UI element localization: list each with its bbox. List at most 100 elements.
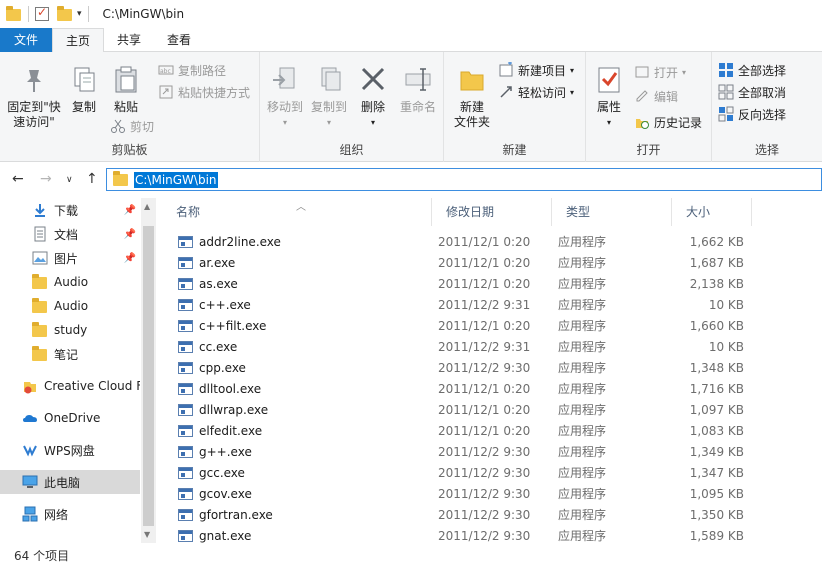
copy-button[interactable]: 复制: [66, 64, 102, 115]
nav-item-onedrive[interactable]: OneDrive: [0, 406, 140, 430]
properties-button[interactable]: 属性 ▾: [592, 64, 626, 130]
nav-item-pictures[interactable]: 图片 📌: [0, 246, 140, 270]
select-none-label: 全部取消: [738, 85, 787, 100]
nav-item-label: 网络: [44, 507, 69, 522]
tab-file[interactable]: 文件: [0, 28, 53, 52]
open-group-label: 打开: [636, 143, 661, 157]
history-button[interactable]: 历史记录: [634, 112, 702, 132]
file-row[interactable]: as.exe 2011/12/1 0:20 应用程序 2,138 KB: [162, 273, 822, 294]
file-row[interactable]: dllwrap.exe 2011/12/1 0:20 应用程序 1,097 KB: [162, 399, 822, 420]
file-name-cell: as.exe: [178, 277, 238, 291]
pin-icon[interactable]: 📌: [124, 253, 136, 264]
new-folder-quick-icon[interactable]: [57, 6, 73, 22]
tab-share[interactable]: 共享: [104, 28, 154, 52]
nav-item-downloads[interactable]: 下载 📌: [0, 198, 140, 222]
paste-button[interactable]: 粘贴: [108, 64, 144, 115]
file-size: 1,083 KB: [689, 423, 744, 438]
file-size: 1,662 KB: [689, 234, 744, 249]
recent-locations-chevron-icon[interactable]: ∨: [66, 175, 73, 185]
clipboard-group: 固定到"快 速访问" 复制 粘贴 abc 复制路径 粘贴快捷方式 剪切 剪贴板: [0, 52, 260, 162]
file-row[interactable]: ar.exe 2011/12/1 0:20 应用程序 1,687 KB: [162, 252, 822, 273]
nav-scrollbar[interactable]: ▲ ▼: [141, 198, 156, 543]
file-type: 应用程序: [558, 466, 607, 480]
nav-item-network[interactable]: 网络: [0, 502, 140, 526]
file-name-cell: c++.exe: [178, 298, 251, 312]
back-arrow-icon[interactable]: ←: [12, 171, 24, 187]
address-bar[interactable]: C:\MinGW\bin: [106, 168, 822, 191]
file-type: 应用程序: [558, 235, 607, 249]
up-arrow-icon[interactable]: ↑: [86, 171, 98, 187]
forward-arrow-icon[interactable]: →: [40, 171, 52, 187]
file-date: 2011/12/1 0:20: [438, 402, 531, 417]
folder-icon: [32, 322, 48, 338]
executable-icon: [178, 487, 193, 500]
file-name-cell: elfedit.exe: [178, 424, 262, 438]
invert-selection-button[interactable]: 反向选择: [718, 104, 786, 124]
easy-access-button[interactable]: 轻松访问 ▾: [498, 82, 574, 102]
executable-icon: [178, 256, 193, 269]
file-date: 2011/12/2 9:31: [438, 339, 531, 354]
file-type: 应用程序: [558, 403, 607, 417]
file-row[interactable]: addr2line.exe 2011/12/1 0:20 应用程序 1,662 KB: [162, 231, 822, 252]
address-path[interactable]: C:\MinGW\bin: [134, 171, 218, 188]
file-row[interactable]: dlltool.exe 2011/12/1 0:20 应用程序 1,716 KB: [162, 378, 822, 399]
nav-item-this-pc[interactable]: 此电脑: [0, 470, 140, 494]
nav-item-creative-cloud[interactable]: Creative Cloud F: [0, 374, 140, 398]
file-row[interactable]: gfortran.exe 2011/12/2 9:30 应用程序 1,350 KB: [162, 504, 822, 525]
column-header-name[interactable]: ︿ 名称: [162, 198, 432, 226]
nav-item-study[interactable]: study: [0, 318, 140, 342]
computer-icon: [22, 474, 38, 490]
rename-button[interactable]: 重命名: [396, 64, 440, 115]
open-button[interactable]: 打开 ▾: [634, 62, 686, 82]
folder-icon: [32, 346, 48, 362]
file-row[interactable]: c++filt.exe 2011/12/1 0:20 应用程序 1,660 KB: [162, 315, 822, 336]
file-date: 2011/12/1 0:20: [438, 255, 531, 270]
cut-button[interactable]: 剪切: [110, 116, 154, 136]
delete-button[interactable]: 删除 ▾: [356, 64, 390, 130]
file-row[interactable]: gcov.exe 2011/12/2 9:30 应用程序 1,095 KB: [162, 483, 822, 504]
scroll-down-icon[interactable]: ▼: [144, 530, 150, 539]
file-row[interactable]: cc.exe 2011/12/2 9:31 应用程序 10 KB: [162, 336, 822, 357]
column-header-type[interactable]: 类型: [552, 198, 672, 226]
document-icon: [32, 226, 48, 242]
scroll-thumb[interactable]: [143, 226, 154, 526]
select-none-button[interactable]: 全部取消: [718, 82, 786, 102]
pin-to-quick-access-button[interactable]: 固定到"快 速访问": [4, 64, 64, 130]
folder-icon: [32, 274, 48, 290]
file-row[interactable]: c++.exe 2011/12/2 9:31 应用程序 10 KB: [162, 294, 822, 315]
nav-item-wps-drive[interactable]: WPS网盘: [0, 438, 140, 462]
file-row[interactable]: cpp.exe 2011/12/2 9:30 应用程序 1,348 KB: [162, 357, 822, 378]
pin-icon[interactable]: 📌: [124, 205, 136, 216]
nav-item-notes[interactable]: 笔记: [0, 342, 140, 366]
properties-quick-icon[interactable]: [35, 5, 49, 21]
file-row[interactable]: gcc.exe 2011/12/2 9:30 应用程序 1,347 KB: [162, 462, 822, 483]
file-row[interactable]: elfedit.exe 2011/12/1 0:20 应用程序 1,083 KB: [162, 420, 822, 441]
file-type: 应用程序: [558, 277, 607, 291]
move-to-button[interactable]: 移动到 ▾: [264, 64, 306, 130]
select-none-icon: [718, 84, 734, 100]
cut-label: 剪切: [130, 119, 155, 134]
tab-home[interactable]: 主页: [52, 28, 105, 53]
window-title: C:\MinGW\bin: [102, 7, 185, 21]
column-header-date[interactable]: 修改日期: [432, 198, 552, 226]
file-row[interactable]: g++.exe 2011/12/2 9:30 应用程序 1,349 KB: [162, 441, 822, 462]
folder-icon: [32, 298, 48, 314]
tab-view[interactable]: 查看: [154, 28, 204, 52]
new-folder-button[interactable]: 新建 文件夹: [448, 64, 496, 130]
copy-path-button[interactable]: abc 复制路径: [158, 60, 226, 80]
paste-shortcut-button[interactable]: 粘贴快捷方式: [158, 82, 250, 102]
new-item-button[interactable]: 新建项目 ▾: [498, 60, 574, 80]
copy-to-button[interactable]: 复制到 ▾: [308, 64, 350, 130]
nav-item-audio[interactable]: Audio: [0, 270, 140, 294]
nav-item-audio-2[interactable]: Audio: [0, 294, 140, 318]
select-all-button[interactable]: 全部选择: [718, 60, 786, 80]
file-name: addr2line.exe: [199, 234, 281, 249]
column-header-size[interactable]: 大小: [672, 198, 752, 226]
pin-icon[interactable]: 📌: [124, 229, 136, 240]
nav-item-label: Audio: [54, 275, 89, 289]
edit-button[interactable]: 编辑: [634, 86, 678, 106]
quick-access-dropdown-icon[interactable]: ▾: [77, 9, 82, 19]
nav-item-documents[interactable]: 文档 📌: [0, 222, 140, 246]
file-name-cell: gnat.exe: [178, 529, 251, 543]
scroll-up-icon[interactable]: ▲: [144, 202, 150, 211]
